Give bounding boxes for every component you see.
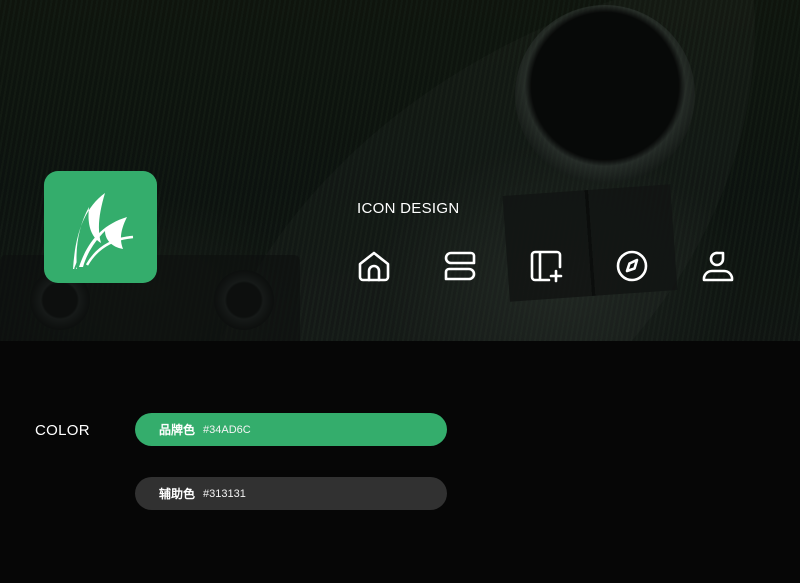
swatch-name: 辅助色 [159, 487, 196, 501]
brand-color-swatch: 品牌色 #34AD6C [135, 413, 447, 446]
home-icon[interactable] [357, 249, 391, 283]
user-icon[interactable] [701, 249, 735, 283]
color-section [0, 341, 800, 583]
secondary-color-swatch: 辅助色 #313131 [135, 477, 447, 510]
add-panel-icon[interactable] [529, 249, 563, 283]
layers-icon[interactable] [443, 249, 477, 283]
swatch-hex: #34AD6C [203, 423, 251, 436]
icon-row [0, 249, 800, 285]
compass-icon[interactable] [615, 249, 649, 283]
color-section-label: COLOR [35, 422, 90, 439]
icon-design-title: ICON DESIGN [357, 200, 460, 217]
swatch-name: 品牌色 [159, 423, 196, 437]
swatch-hex: #313131 [203, 487, 246, 500]
